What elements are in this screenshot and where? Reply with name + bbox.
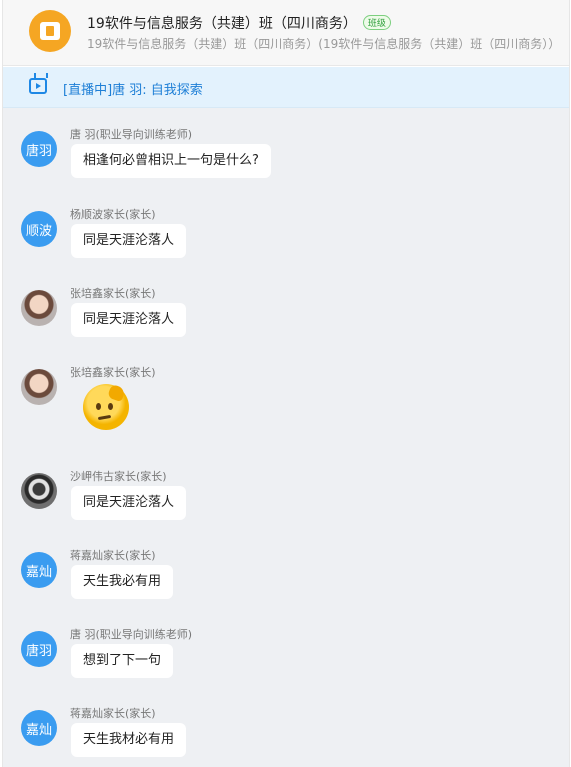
group-title: 19软件与信息服务（共建）班（四川商务） 班级 xyxy=(87,13,391,33)
class-badge: 班级 xyxy=(362,15,391,30)
book-icon[interactable] xyxy=(29,10,71,52)
live-banner[interactable]: [直播中]唐 羽: 自我探索 xyxy=(3,67,569,108)
group-title-text: 19软件与信息服务（共建）班（四川商务） xyxy=(87,16,357,32)
message-bubble: 同是天涯沦落人 xyxy=(71,303,187,337)
avatar[interactable]: 唐羽 xyxy=(21,131,57,167)
chat-window: 19软件与信息服务（共建）班（四川商务） 班级 19软件与信息服务（共建）班（四川… xyxy=(2,0,570,767)
group-subtitle: 19软件与信息服务（共建）班（四川商务）(19软件与信息服务（共建）班（四川商务… xyxy=(87,37,561,51)
message-bubble: 同是天涯沦落人 xyxy=(71,486,187,520)
sender-name: 张培鑫家长(家长) xyxy=(70,287,156,300)
avatar[interactable] xyxy=(21,473,57,509)
message-bubble: 同是天涯沦落人 xyxy=(71,224,187,258)
avatar[interactable]: 顺波 xyxy=(21,211,57,247)
live-status-text[interactable]: [直播中]唐 羽: 自我探索 xyxy=(63,79,203,98)
message-bubble: 相逢何必曾相识上一句是什么? xyxy=(71,144,271,178)
sender-name: 张培鑫家长(家长) xyxy=(70,366,156,379)
thinking-face-emoji xyxy=(83,383,129,430)
sender-name: 沙岬伟古家长(家长) xyxy=(70,470,167,483)
message-list[interactable]: 唐羽 唐 羽(职业导向训练老师) 相逢何必曾相识上一句是什么? 顺波 杨顺波家长… xyxy=(3,108,569,767)
tv-icon xyxy=(29,78,47,94)
sender-name: 唐 羽(职业导向训练老师) xyxy=(70,628,193,641)
sender-name: 蒋嘉灿家长(家长) xyxy=(70,707,156,720)
avatar[interactable]: 嘉灿 xyxy=(21,710,57,746)
message-bubble: 想到了下一句 xyxy=(71,644,174,678)
sender-name: 蒋嘉灿家长(家长) xyxy=(70,549,156,562)
message-bubble: 天生我材必有用 xyxy=(71,723,187,757)
group-header: 19软件与信息服务（共建）班（四川商务） 班级 19软件与信息服务（共建）班（四川… xyxy=(3,0,569,66)
sender-name: 杨顺波家长(家长) xyxy=(70,208,156,221)
avatar[interactable] xyxy=(21,369,57,405)
avatar[interactable]: 唐羽 xyxy=(21,631,57,667)
message-bubble: 天生我必有用 xyxy=(71,565,174,599)
sender-name: 唐 羽(职业导向训练老师) xyxy=(70,128,193,141)
avatar[interactable] xyxy=(21,290,57,326)
avatar[interactable]: 嘉灿 xyxy=(21,552,57,588)
